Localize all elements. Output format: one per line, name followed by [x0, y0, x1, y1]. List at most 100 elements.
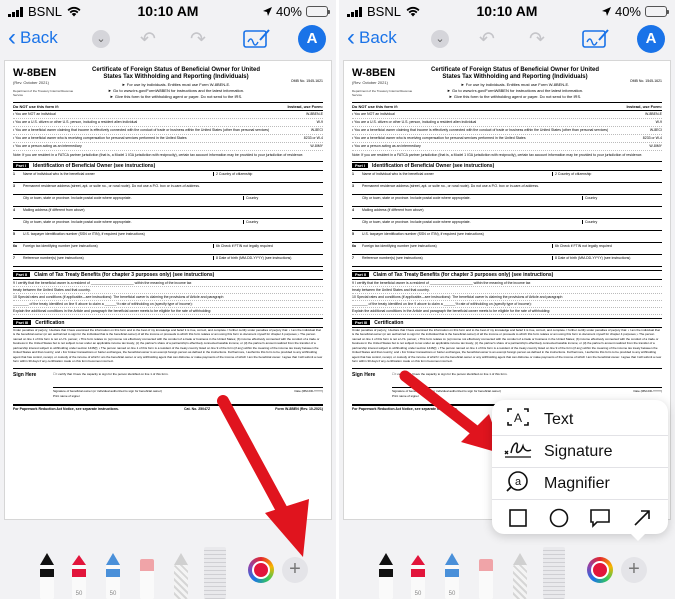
form-department: Department of the Treasury Internal Reve… — [13, 89, 74, 97]
markup-document-icon[interactable] — [582, 28, 610, 50]
form-revision: (Rev. October 2021) — [352, 80, 388, 85]
field-num: 5 — [352, 231, 354, 236]
field-label: Mailing address (if different from above… — [362, 207, 424, 212]
color-picker-button[interactable] — [587, 557, 613, 583]
footer-cat: Cat. No. 25047Z — [184, 407, 211, 411]
treaty-line: treaty between the United States and tha… — [352, 287, 662, 294]
markup-toggle-button[interactable]: A — [637, 25, 665, 53]
menu-item-signature[interactable]: Signature — [492, 436, 668, 468]
bullet-text: • You are NOT an individual — [13, 112, 56, 116]
form-revision: (Rev. October 2021) — [13, 80, 49, 85]
right-screenshot: BSNL 10:10 AM 40% ‹ Back ⌄ ↶ ↷ A W-8BEN … — [339, 0, 675, 599]
menu-item-text[interactable]: A Text — [492, 404, 668, 436]
field-right: 6b Check if FTIN not legally required — [213, 243, 323, 248]
field-label: Foreign tax identifying number (see inst… — [362, 243, 437, 248]
part3-tag: Part III — [13, 320, 32, 325]
field-num: 7 — [352, 255, 354, 260]
form-header: W-8BEN (Rev. October 2021) Department of… — [352, 67, 662, 103]
field-label: Permanent residence address (street, apt… — [23, 183, 200, 188]
form-header: W-8BEN (Rev. October 2021) Department of… — [13, 67, 323, 103]
pencil-tool[interactable]: 50 — [445, 553, 459, 599]
field-num: 6a — [13, 243, 17, 248]
back-button[interactable]: ‹ Back — [8, 24, 58, 51]
part3-header: Part III Certification — [13, 317, 323, 328]
field-num: 7 — [13, 255, 15, 260]
part2-tag: Part II — [13, 272, 31, 277]
bullet-line: • You are a beneficial owner claiming th… — [352, 127, 662, 135]
chevron-left-icon: ‹ — [8, 24, 16, 51]
speech-bubble-shape-icon[interactable] — [588, 507, 612, 529]
marker-tool[interactable]: 50 — [72, 555, 86, 599]
bullet-text: • You are a beneficial owner who is rece… — [13, 136, 187, 140]
redo-icon[interactable]: ↷ — [190, 28, 206, 51]
form-field: City or town, state or province. Include… — [13, 195, 323, 207]
lasso-tool[interactable] — [174, 553, 188, 599]
undo-icon[interactable]: ↶ — [479, 28, 495, 51]
menu-label-signature: Signature — [544, 442, 613, 460]
use-row: Do NOT use this form if: Instead, use Fo… — [13, 103, 323, 111]
signature-captions: Signature of beneficial owner (or indivi… — [53, 389, 323, 393]
bullet-form: 8233 or W-4 — [642, 136, 662, 140]
add-plus-button[interactable]: + — [621, 557, 647, 583]
circle-shape-icon[interactable] — [548, 507, 570, 529]
comparison-stage: BSNL 10:10 AM 40% ‹ Back ⌄ ↶ ↷ A W-8BEN … — [0, 0, 675, 599]
chevron-left-icon: ‹ — [347, 24, 355, 51]
ruler-tool[interactable] — [543, 547, 565, 599]
field-label: City or town, state or province. Include… — [362, 195, 471, 200]
field-num: 6a — [352, 243, 356, 248]
square-shape-icon[interactable] — [507, 507, 529, 529]
eraser-tool[interactable] — [140, 559, 154, 599]
date-caption: Date (MM-DD-YYYY) — [633, 389, 662, 393]
footer-left: For Paperwork Reduction Act Notice, see … — [13, 407, 119, 411]
redo-icon[interactable]: ↷ — [529, 28, 545, 51]
part3-header: Part III Certification — [352, 317, 662, 328]
left-screenshot: BSNL 10:10 AM 40% ‹ Back ⌄ ↶ ↷ A W-8BEN … — [0, 0, 336, 599]
form-title-1: Certificate of Foreign Status of Benefic… — [91, 67, 261, 73]
markup-document-icon[interactable] — [243, 28, 271, 50]
field-right: 6b Check if FTIN not legally required — [552, 243, 662, 248]
lasso-tool[interactable] — [513, 553, 527, 599]
arrow-shape-icon[interactable] — [631, 507, 653, 529]
field-num: 3 — [13, 183, 15, 188]
field-right: Country — [582, 195, 662, 200]
form-number: W-8BEN — [13, 67, 57, 79]
eraser-tool[interactable] — [479, 559, 493, 599]
marker-tool[interactable]: 50 — [411, 555, 425, 599]
part1-header: Part I Identification of Beneficial Owne… — [352, 160, 662, 171]
form-field: 7 Reference number(s) (see instructions) 8… — [352, 255, 662, 267]
fatca-note: Note: If you are resident in a FATCA par… — [352, 153, 643, 157]
form-id-block: W-8BEN (Rev. October 2021) Department of… — [13, 67, 75, 99]
back-button[interactable]: ‹ Back — [347, 24, 397, 51]
bullet-form: W-8IMY — [310, 144, 323, 148]
treaty-line: ________ of the treaty identified on lin… — [352, 301, 662, 308]
menu-item-magnifier[interactable]: a Magnifier — [492, 468, 668, 500]
bullet-form: W-8ECI — [649, 128, 662, 132]
form-field: 7 Reference number(s) (see instructions) 8… — [13, 255, 323, 267]
bullet-text: • You are a beneficial owner claiming th… — [352, 128, 609, 132]
svg-text:a: a — [515, 476, 522, 488]
chevron-down-icon[interactable]: ⌄ — [431, 30, 449, 48]
field-right: 8 Date of birth (MM-DD-YYYY) (see instru… — [552, 255, 662, 260]
field-num: 5 — [13, 231, 15, 236]
chevron-down-icon[interactable]: ⌄ — [92, 30, 110, 48]
bullet-line: • You are a person acting as an intermed… — [13, 143, 323, 151]
instead-use-label: Instead, use Form: — [626, 104, 662, 109]
field-right: Country — [582, 219, 662, 224]
certification-text: Under penalties of perjury, I declare th… — [13, 327, 323, 364]
pencil-size: 50 — [448, 591, 456, 597]
pencil-tool[interactable]: 50 — [106, 553, 120, 599]
bullet-text: • You are a U.S. citizen or other U.S. p… — [13, 120, 138, 124]
marker-size: 50 — [414, 591, 422, 597]
do-not-use-label: Do NOT use this form if: — [352, 104, 398, 109]
signature-line[interactable] — [53, 376, 323, 388]
undo-icon[interactable]: ↶ — [140, 28, 156, 51]
status-right: 40% — [262, 4, 330, 19]
sign-here-label: Sign Here — [13, 371, 37, 378]
pen-tool[interactable] — [379, 553, 393, 599]
form-field: 1 Name of individual who is the beneficia… — [352, 171, 662, 183]
pen-tool[interactable] — [40, 553, 54, 599]
part1-tag: Part I — [13, 163, 30, 168]
capacity-text: I certify that I have the capacity to si… — [56, 371, 169, 376]
field-label: City or town, state or province. Include… — [23, 195, 132, 200]
markup-toggle-button[interactable]: A — [298, 25, 326, 53]
